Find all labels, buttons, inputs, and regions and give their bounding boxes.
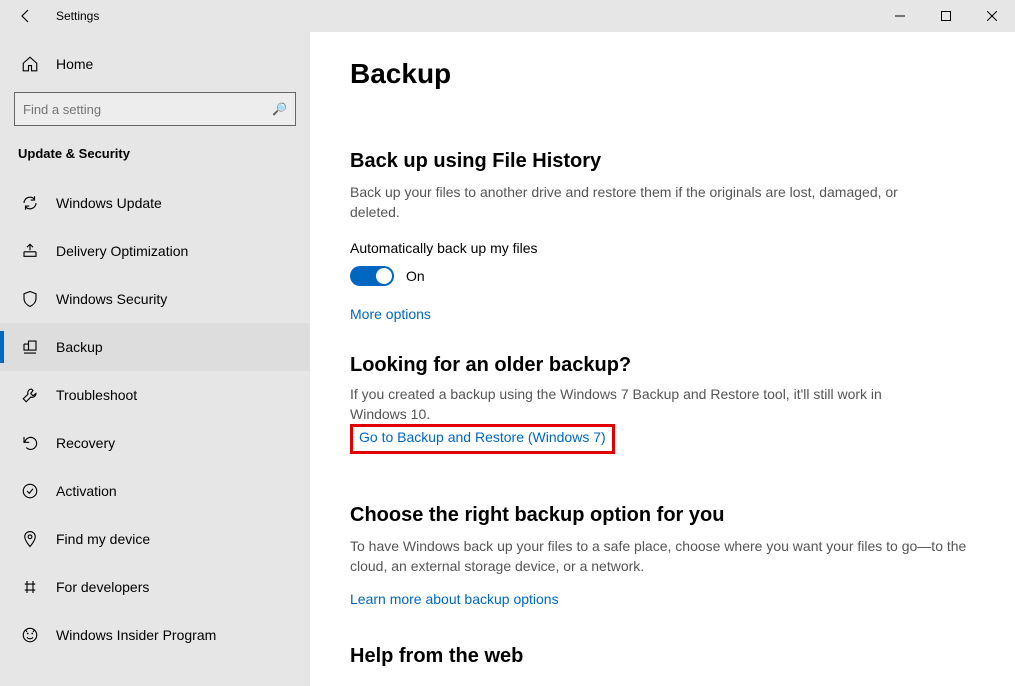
back-button[interactable] xyxy=(12,2,40,30)
auto-backup-label: Automatically back up my files xyxy=(350,240,975,256)
delivery-icon xyxy=(20,242,40,260)
choose-backup-desc: To have Windows back up your files to a … xyxy=(350,537,970,576)
find-icon xyxy=(20,530,40,548)
activation-icon xyxy=(20,482,40,500)
sidebar-item-windows-security[interactable]: Windows Security xyxy=(0,275,310,323)
sidebar-item-label: Windows Security xyxy=(56,291,167,307)
home-label: Home xyxy=(56,56,93,72)
page-title: Backup xyxy=(350,58,975,90)
sidebar-item-label: Find my device xyxy=(56,531,150,547)
maximize-button[interactable] xyxy=(923,0,969,32)
close-button[interactable] xyxy=(969,0,1015,32)
recovery-icon xyxy=(20,434,40,452)
sidebar: Home 🔍 Update & Security Windows Update D… xyxy=(0,32,310,686)
sidebar-item-label: Recovery xyxy=(56,435,115,451)
sidebar-item-label: Windows Update xyxy=(56,195,162,211)
backup-restore-win7-link[interactable]: Go to Backup and Restore (Windows 7) xyxy=(359,429,606,445)
search-icon: 🔍 xyxy=(272,102,287,116)
sidebar-item-label: Activation xyxy=(56,483,117,499)
older-backup-heading: Looking for an older backup? xyxy=(350,354,975,377)
learn-more-link[interactable]: Learn more about backup options xyxy=(350,591,559,607)
sidebar-item-recovery[interactable]: Recovery xyxy=(0,419,310,467)
home-icon xyxy=(20,55,40,73)
more-options-link[interactable]: More options xyxy=(350,306,431,322)
sidebar-item-label: Windows Insider Program xyxy=(56,627,216,643)
sync-icon xyxy=(20,194,40,212)
toggle-state-label: On xyxy=(406,268,425,284)
home-nav[interactable]: Home xyxy=(14,42,296,86)
search-input[interactable] xyxy=(23,102,272,117)
sidebar-item-label: Troubleshoot xyxy=(56,387,137,403)
sidebar-item-label: Backup xyxy=(56,339,103,355)
highlighted-link-box: Go to Backup and Restore (Windows 7) xyxy=(350,424,615,454)
file-history-heading: Back up using File History xyxy=(350,150,975,173)
sidebar-item-activation[interactable]: Activation xyxy=(0,467,310,515)
older-backup-desc: If you created a backup using the Window… xyxy=(350,385,910,424)
sidebar-item-label: For developers xyxy=(56,579,149,595)
troubleshoot-icon xyxy=(20,386,40,404)
titlebar: Settings xyxy=(0,0,1015,32)
category-title: Update & Security xyxy=(18,146,296,161)
insider-icon xyxy=(20,626,40,644)
window-title: Settings xyxy=(56,9,99,23)
sidebar-item-troubleshoot[interactable]: Troubleshoot xyxy=(0,371,310,419)
window-controls xyxy=(877,0,1015,32)
minimize-button[interactable] xyxy=(877,0,923,32)
sidebar-item-for-developers[interactable]: For developers xyxy=(0,563,310,611)
sidebar-item-backup[interactable]: Backup xyxy=(0,323,310,371)
sidebar-item-delivery-optimization[interactable]: Delivery Optimization xyxy=(0,227,310,275)
nav-list: Windows Update Delivery Optimization Windo… xyxy=(0,179,310,659)
dev-icon xyxy=(20,578,40,596)
sidebar-item-windows-update[interactable]: Windows Update xyxy=(0,179,310,227)
sidebar-item-windows-insider-program[interactable]: Windows Insider Program xyxy=(0,611,310,659)
sidebar-item-label: Delivery Optimization xyxy=(56,243,188,259)
search-box[interactable]: 🔍 xyxy=(14,92,296,126)
choose-backup-heading: Choose the right backup option for you xyxy=(350,504,975,527)
file-history-desc: Back up your files to another drive and … xyxy=(350,183,910,222)
backup-icon xyxy=(20,338,40,356)
auto-backup-toggle[interactable] xyxy=(350,266,394,286)
help-heading: Help from the web xyxy=(350,645,975,668)
main-content: Backup Back up files Back up using File … xyxy=(310,32,1015,686)
shield-icon xyxy=(20,290,40,308)
sidebar-item-find-my-device[interactable]: Find my device xyxy=(0,515,310,563)
